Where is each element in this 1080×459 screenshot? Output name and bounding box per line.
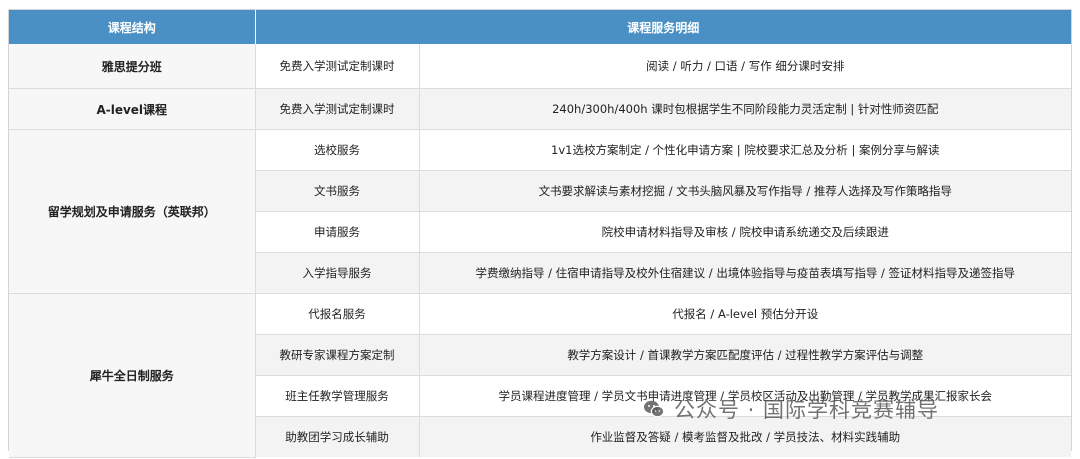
course-fulltime: 犀牛全日制服务 — [9, 293, 256, 458]
detail-cell: 阅读 / 听力 / 口语 / 写作 细分课时安排 — [419, 44, 1072, 89]
detail-cell: 240h/300h/400h 课时包根据学生不同阶段能力灵活定制 | 针对性师资… — [419, 88, 1072, 130]
table-row: 雅思提分班 免费入学测试定制课时 阅读 / 听力 / 口语 / 写作 细分课时安… — [9, 44, 1072, 89]
service-cell: 代报名服务 — [255, 293, 420, 335]
course-table-frame: 课程结构 课程服务明细 雅思提分班 免费入学测试定制课时 阅读 / 听力 / 口… — [8, 9, 1072, 458]
header-course-structure: 课程结构 — [9, 10, 256, 44]
service-cell: 文书服务 — [255, 170, 420, 212]
service-cell: 免费入学测试定制课时 — [255, 44, 420, 89]
detail-cell: 代报名 / A-level 预估分开设 — [419, 293, 1072, 335]
course-study-abroad: 留学规划及申请服务（英联邦） — [9, 129, 256, 294]
detail-cell: 学费缴纳指导 / 住宿申请指导及校外住宿建议 / 出境体验指导与疫苗表填写指导 … — [419, 252, 1072, 294]
service-cell: 教研专家课程方案定制 — [255, 334, 420, 376]
table-row: 留学规划及申请服务（英联邦） 选校服务 1v1选校方案制定 / 个性化申请方案 … — [9, 129, 1072, 294]
detail-cell: 文书要求解读与素材挖掘 / 文书头脑风暴及写作指导 / 推荐人选择及写作策略指导 — [419, 170, 1072, 212]
table-row: 犀牛全日制服务 代报名服务 代报名 / A-level 预估分开设 — [9, 293, 1072, 458]
service-cell: 申请服务 — [255, 211, 420, 253]
header-service-detail: 课程服务明细 — [255, 10, 1072, 44]
table-header-row: 课程结构 课程服务明细 — [9, 10, 1072, 44]
course-ielts: 雅思提分班 — [9, 44, 256, 89]
detail-cell: 作业监督及答疑 / 模考监督及批改 / 学员技法、材料实践辅助 — [419, 416, 1072, 457]
detail-cell: 学员课程进度管理 / 学员文书申请进度管理 / 学员校区活动及出勤管理 / 学员… — [419, 375, 1072, 417]
course-alevel: A-level课程 — [9, 88, 256, 130]
service-cell: 助教团学习成长辅助 — [255, 416, 420, 457]
course-service-table: 课程结构 课程服务明细 雅思提分班 免费入学测试定制课时 阅读 / 听力 / 口… — [9, 10, 1072, 458]
service-cell: 选校服务 — [255, 129, 420, 171]
detail-cell: 教学方案设计 / 首课教学方案匹配度评估 / 过程性教学方案评估与调整 — [419, 334, 1072, 376]
service-cell: 入学指导服务 — [255, 252, 420, 294]
detail-cell: 院校申请材料指导及审核 / 院校申请系统递交及后续跟进 — [419, 211, 1072, 253]
service-cell: 班主任教学管理服务 — [255, 375, 420, 417]
detail-cell: 1v1选校方案制定 / 个性化申请方案 | 院校要求汇总及分析 | 案例分享与解… — [419, 129, 1072, 171]
service-cell: 免费入学测试定制课时 — [255, 88, 420, 130]
table-row: A-level课程 免费入学测试定制课时 240h/300h/400h 课时包根… — [9, 88, 1072, 130]
